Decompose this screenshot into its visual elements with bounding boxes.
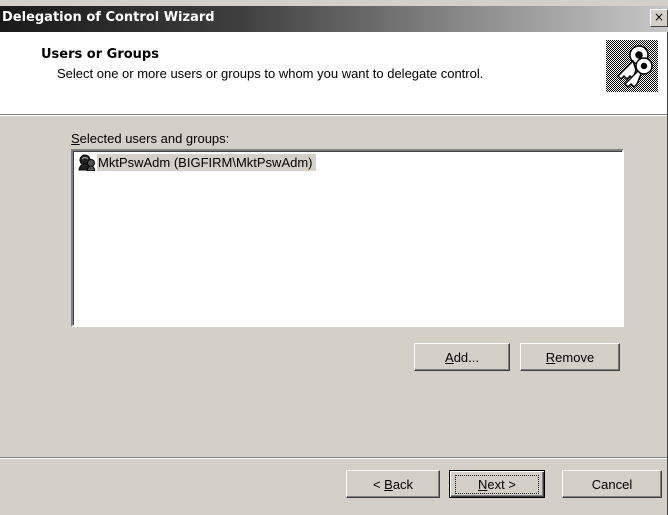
remove-button[interactable]: Remove xyxy=(520,343,620,371)
list-item[interactable]: MktPswAdm (BIGFIRM\MktPswAdm) xyxy=(77,154,316,171)
page-title: Users or Groups xyxy=(41,47,159,62)
button-separator xyxy=(0,457,668,459)
cancel-button[interactable]: Cancel xyxy=(562,470,662,498)
back-prefix: < xyxy=(372,476,385,492)
label-accelerator: S xyxy=(71,131,80,146)
selected-users-listbox[interactable]: MktPswAdm (BIGFIRM\MktPswAdm) xyxy=(71,149,624,327)
page-subtitle: Select one or more users or groups to wh… xyxy=(57,66,484,81)
next-accelerator: N xyxy=(478,476,488,492)
label-text: elected users and groups: xyxy=(79,131,230,146)
back-button[interactable]: < Back xyxy=(346,470,440,498)
add-button-label: dd... xyxy=(453,349,479,365)
cancel-button-label: Cancel xyxy=(591,476,633,492)
next-button-label: ext > xyxy=(487,476,516,492)
close-icon: × xyxy=(653,10,665,24)
next-button[interactable]: Next > xyxy=(449,470,545,498)
window-title: Delegation of Control Wizard xyxy=(2,10,215,25)
list-item-label: MktPswAdm (BIGFIRM\MktPswAdm) xyxy=(97,154,316,171)
remove-button-label: emove xyxy=(555,349,595,365)
add-accelerator: A xyxy=(445,349,454,365)
keys-icon xyxy=(606,40,658,92)
header-panel: Users or Groups Select one or more users… xyxy=(0,32,668,116)
next-focus-ring: Next > xyxy=(455,474,539,494)
back-accelerator: B xyxy=(384,476,393,492)
wizard-window: Delegation of Control Wizard × Users or … xyxy=(0,0,668,515)
add-button[interactable]: Add... xyxy=(414,343,510,371)
back-button-label: ack xyxy=(392,476,414,492)
selected-users-label: Selected users and groups: xyxy=(71,131,229,146)
close-button[interactable]: × xyxy=(650,9,668,27)
user-icon xyxy=(78,154,95,171)
remove-accelerator: R xyxy=(545,349,556,365)
title-bar[interactable]: Delegation of Control Wizard × xyxy=(0,6,668,32)
